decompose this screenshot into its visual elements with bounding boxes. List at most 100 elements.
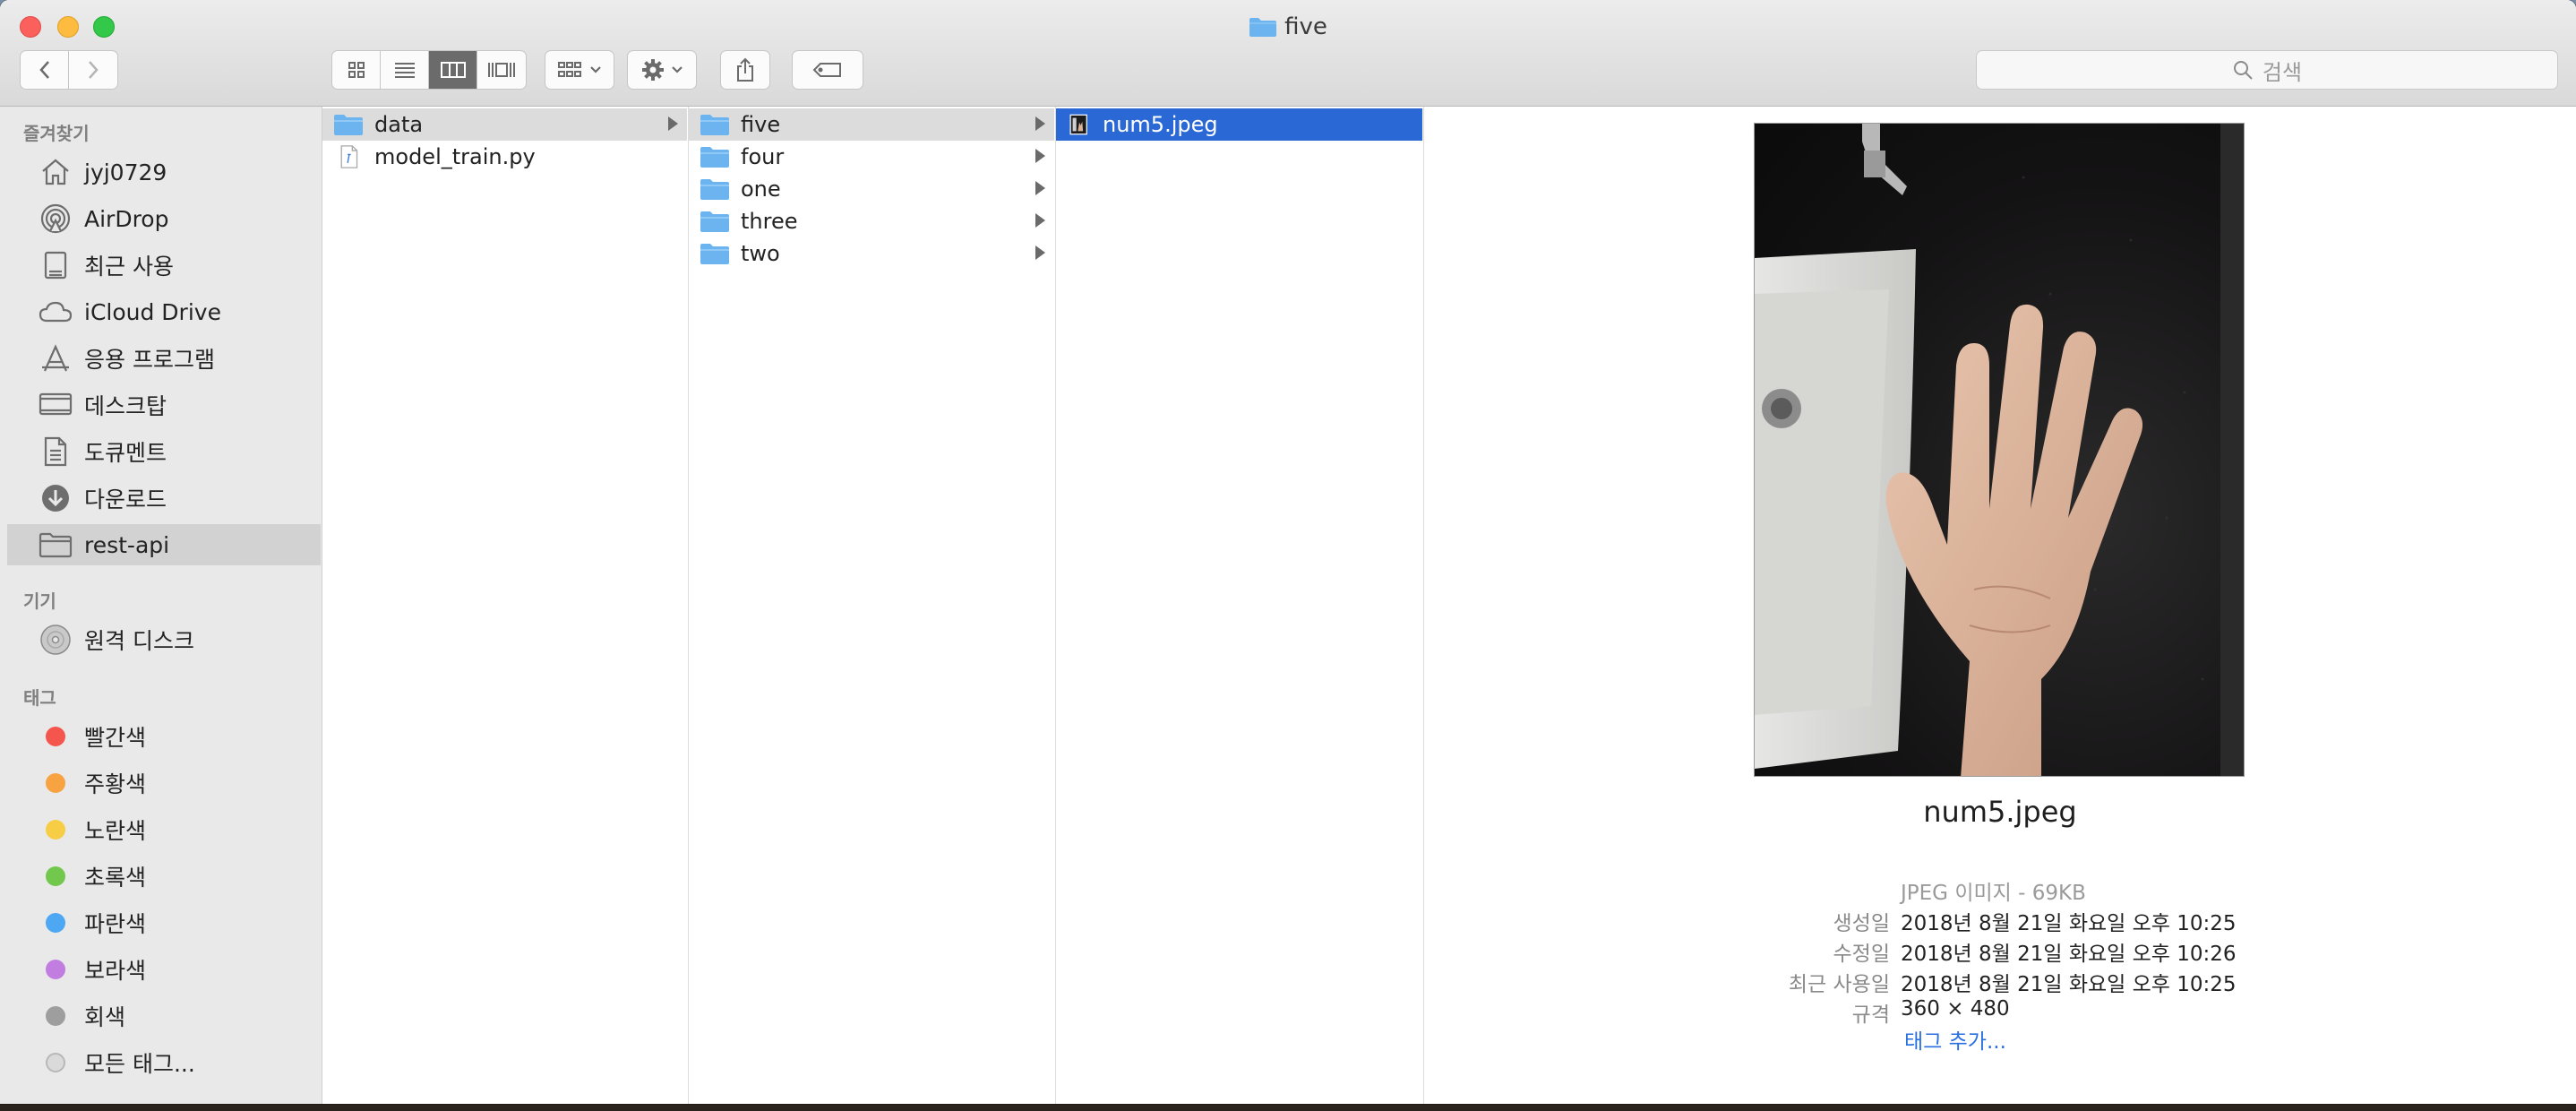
chevron-right-icon: [89, 61, 99, 79]
columns-icon: [440, 62, 466, 78]
image-file-icon: [1069, 114, 1087, 135]
folder-icon: [700, 211, 729, 232]
documents-icon: [38, 435, 73, 468]
sidebar-item-tag[interactable]: 회색: [7, 995, 321, 1037]
search-icon: [2233, 61, 2253, 80]
sidebar-item-documents[interactable]: 도큐멘트: [7, 431, 321, 472]
chevron-down-icon: [590, 66, 601, 73]
edit-tags-button[interactable]: [792, 50, 863, 90]
list-item-four[interactable]: four: [689, 141, 1054, 173]
meta-value-created: 2018년 8월 21일 화요일 오후 10:25: [1901, 912, 2237, 935]
search-placeholder: 검색: [2262, 59, 2303, 85]
disclosure-arrow-icon: [1035, 213, 1045, 228]
back-button[interactable]: [21, 51, 69, 89]
gallery-icon: [488, 63, 515, 77]
list-item-data[interactable]: data: [322, 108, 687, 141]
forward-button[interactable]: [69, 51, 117, 89]
sidebar-item-downloads[interactable]: 다운로드: [7, 478, 321, 519]
tag-color-dot-icon: [38, 767, 73, 799]
sidebar-item-tag[interactable]: 파란색: [7, 902, 321, 943]
gear-icon: [642, 59, 664, 81]
list-item-label: num5.jpeg: [1103, 112, 1218, 137]
sidebar-item-tag[interactable]: 빨간색: [7, 716, 321, 757]
list-item-label: data: [374, 112, 424, 137]
tag-color-dot-icon: [38, 953, 73, 986]
sidebar-item-label: 응용 프로그램: [84, 347, 215, 373]
group-icon: [558, 62, 581, 77]
sidebar-item-airdrop[interactable]: AirDrop: [7, 198, 321, 239]
sidebar-item-label: rest-api: [84, 531, 170, 558]
action-menu-button[interactable]: [627, 50, 697, 90]
list-item-two[interactable]: two: [689, 237, 1054, 270]
folder-icon: [700, 147, 729, 168]
sidebar-item-label: 모든 태그...: [84, 1051, 195, 1077]
list-view-button[interactable]: [381, 51, 429, 89]
airdrop-icon: [38, 202, 73, 235]
add-tags-link[interactable]: 태그 추가...: [1904, 1024, 2006, 1055]
tag-color-dot-icon: [38, 907, 73, 939]
column-1: data model_train.py: [322, 107, 689, 1104]
sidebar-item-desktop[interactable]: 데스크탑: [7, 384, 321, 426]
sidebar-item-applications[interactable]: 응용 프로그램: [7, 338, 321, 379]
sidebar-item-label: 도큐멘트: [84, 440, 167, 466]
recents-icon: [38, 249, 73, 281]
meta-label-modified: 수정일: [1833, 943, 1890, 966]
folder-icon: [700, 179, 729, 200]
list-item-label: one: [741, 177, 781, 202]
list-item-five[interactable]: five: [689, 108, 1054, 141]
sidebar-item-tag[interactable]: 보라색: [7, 949, 321, 990]
sidebar-item-tag[interactable]: 모든 태그...: [7, 1042, 321, 1083]
gallery-view-button[interactable]: [477, 51, 526, 89]
share-button[interactable]: [720, 50, 770, 90]
sidebar-item-home[interactable]: jyj0729: [7, 151, 321, 193]
column-view-button[interactable]: [429, 51, 477, 89]
sidebar-item-icloud-drive[interactable]: iCloud Drive: [7, 291, 321, 332]
chevron-left-icon: [39, 61, 49, 79]
sidebar-item-label: 데스크탑: [84, 393, 167, 419]
list-item-model-train[interactable]: model_train.py: [322, 141, 687, 173]
tag-icon: [812, 63, 841, 77]
list-item-one[interactable]: one: [689, 173, 1054, 205]
view-mode-control: [331, 50, 527, 90]
tags-heading: 태그: [23, 687, 56, 709]
list-item-three[interactable]: three: [689, 205, 1054, 237]
list-item-num5-jpeg[interactable]: num5.jpeg: [1056, 108, 1422, 141]
sidebar-item-tag[interactable]: 노란색: [7, 809, 321, 850]
toolbar: five 검색: [0, 0, 2576, 107]
image-preview-thumbnail: [1754, 123, 2245, 777]
folder-icon: [1249, 18, 1277, 37]
preview-kind: JPEG 이미지 - 69KB: [1901, 882, 2086, 905]
cloud-icon: [38, 296, 73, 328]
finder-window: five 검색 즐겨찾기 jyj0729 AirDrop 최근 사용 iClou…: [0, 0, 2576, 1104]
sidebar-item-label: 초록색: [84, 865, 147, 891]
list-item-label: five: [741, 112, 781, 137]
sidebar-item-label: 다운로드: [84, 487, 167, 512]
folder-icon: [334, 115, 363, 135]
tag-color-dot-icon: [38, 1046, 73, 1079]
icon-view-button[interactable]: [332, 51, 381, 89]
python-file-icon: [340, 145, 358, 168]
sidebar-item-label: 파란색: [84, 911, 147, 937]
search-input[interactable]: 검색: [1976, 50, 2558, 90]
tag-color-dot-icon: [38, 814, 73, 846]
navigation-buttons: [20, 50, 118, 90]
sidebar-item-tag[interactable]: 초록색: [7, 856, 321, 897]
meta-label-dimensions: 규격: [1851, 1003, 1890, 1027]
list-icon: [394, 63, 415, 78]
group-by-button[interactable]: [545, 50, 614, 90]
column-2: five four one three two: [689, 107, 1056, 1104]
sidebar-item-remote-disc[interactable]: 원격 디스크: [7, 619, 321, 660]
preview-filename: num5.jpeg: [1923, 795, 2077, 829]
disclosure-arrow-icon: [1035, 245, 1045, 260]
column-3: num5.jpeg: [1056, 107, 1424, 1104]
sidebar-item-rest-api[interactable]: rest-api: [7, 524, 321, 565]
sidebar-item-label: AirDrop: [84, 205, 169, 232]
applications-icon: [38, 342, 73, 375]
tag-color-dot-icon: [38, 1000, 73, 1032]
folder-icon: [700, 244, 729, 264]
sidebar-item-recents[interactable]: 최근 사용: [7, 245, 321, 286]
list-item-label: two: [741, 241, 780, 266]
sidebar-item-label: 원격 디스크: [84, 628, 194, 654]
disclosure-arrow-icon: [1035, 149, 1045, 163]
sidebar-item-tag[interactable]: 주황색: [7, 762, 321, 804]
